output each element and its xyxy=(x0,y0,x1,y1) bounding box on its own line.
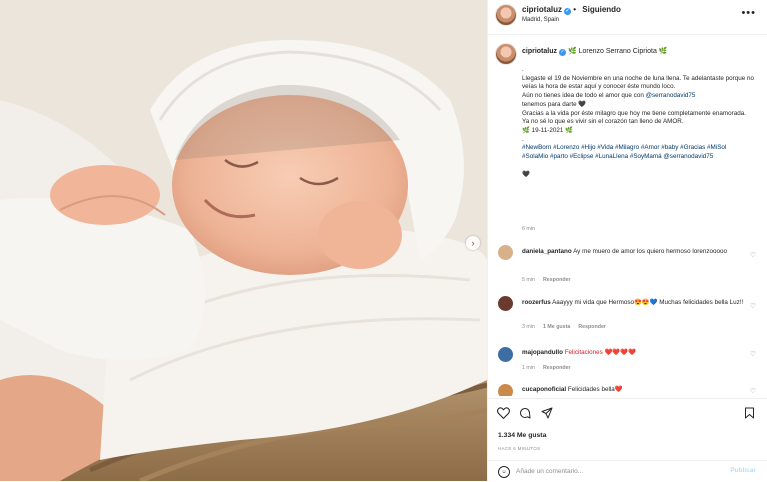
caption-line: Gracias a la vida por éste milagro que h… xyxy=(522,109,747,126)
caption-avatar[interactable] xyxy=(495,43,517,65)
commenter-avatar[interactable] xyxy=(498,347,513,362)
caption-time: 6 min xyxy=(522,226,535,232)
comment-time: 3 min xyxy=(522,324,535,330)
bookmark-icon[interactable] xyxy=(744,407,755,419)
caption-line: 🌿 19-11-2021 🌿 xyxy=(522,126,573,134)
comment-like-heart-icon[interactable]: ♡ xyxy=(750,251,756,259)
post-side-panel: cipriotaluz ✓ • Siguiendo Madrid, Spain •… xyxy=(487,0,767,481)
comment-meta: 1 min Responder xyxy=(522,365,579,371)
comment-meta: 3 min 1 Me gusta Responder xyxy=(522,324,614,330)
share-icon[interactable] xyxy=(541,407,553,419)
author-avatar[interactable] xyxy=(495,4,517,26)
next-photo-button[interactable]: › xyxy=(466,236,480,250)
mention-link[interactable]: @serranodavid75 xyxy=(646,92,696,99)
instagram-post-modal: › cipriotaluz ✓ • Siguiendo Madrid, Spain… xyxy=(0,0,767,481)
caption-line: . xyxy=(522,135,524,143)
reply-button[interactable]: Responder xyxy=(543,277,571,283)
commenter-avatar[interactable] xyxy=(498,245,513,260)
author-username[interactable]: cipriotaluz xyxy=(522,5,562,14)
post-location[interactable]: Madrid, Spain xyxy=(522,17,559,23)
commenter-username[interactable]: majopandullo xyxy=(522,349,563,356)
reply-button[interactable]: Responder xyxy=(543,365,571,371)
author-name-row: cipriotaluz ✓ • Siguiendo xyxy=(522,5,621,15)
commenter-username[interactable]: cucaponoficial xyxy=(522,386,566,393)
commenter-username[interactable]: daniela_pantano xyxy=(522,248,572,255)
post-photo[interactable]: › xyxy=(0,0,487,481)
heart-icon[interactable] xyxy=(497,407,510,419)
comment-meta: 5 min Responder xyxy=(522,277,579,283)
publish-button[interactable]: Publicar xyxy=(730,467,756,474)
caption-line: . xyxy=(522,66,524,73)
post-header: cipriotaluz ✓ • Siguiendo Madrid, Spain •… xyxy=(488,0,767,35)
hashtags[interactable]: #NewBorn #Lorenzo #Hijo #Vida #Milagro #… xyxy=(522,144,754,161)
comment-text: roozerfus Aaayyy mi vida que Hermoso😍😍💙 … xyxy=(522,299,744,306)
comment-like-heart-icon[interactable]: ♡ xyxy=(750,387,756,395)
caption-text: . Llegaste el 19 de Noviembre en una noc… xyxy=(522,66,754,179)
add-comment-bar: ☺ Publicar xyxy=(488,460,767,482)
emoji-icon[interactable]: ☺ xyxy=(498,466,510,478)
comment-time: 1 min xyxy=(522,365,535,371)
reply-button[interactable]: Responder xyxy=(578,324,606,330)
caption-username[interactable]: cipriotaluz xyxy=(522,48,557,55)
commenter-avatar[interactable] xyxy=(498,384,513,396)
post-time-ago: HACE 6 MINUTOS xyxy=(498,446,541,451)
commenter-avatar[interactable] xyxy=(498,296,513,311)
caption-end-mark: 🖤 xyxy=(522,170,530,178)
comments-scroll-area[interactable]: cipriotaluz ✓ 🌿 Lorenzo Serrano Cipriota … xyxy=(488,38,767,396)
comment-input[interactable] xyxy=(516,465,706,477)
newborn-baby-photo xyxy=(0,0,487,481)
post-actions-bar xyxy=(488,398,767,429)
commenter-username[interactable]: roozerfus xyxy=(522,299,551,306)
comment-text: cucaponoficial Felicidades bella❤️ xyxy=(522,386,623,393)
verified-badge-icon: ✓ xyxy=(559,49,567,56)
caption-line: Llegaste el 19 de Noviembre en una noche… xyxy=(522,74,754,91)
caption-line: Aún no tienes idea de todo el amor que c… xyxy=(522,92,696,100)
comment-text: daniela_pantano Ay me muero de amor los … xyxy=(522,248,727,255)
comment-likes[interactable]: 1 Me gusta xyxy=(543,324,570,330)
caption-header: cipriotaluz ✓ 🌿 Lorenzo Serrano Cipriota … xyxy=(522,47,668,56)
comment-time: 5 min xyxy=(522,277,535,283)
comment-icon[interactable] xyxy=(519,407,531,419)
more-options-icon[interactable]: ••• xyxy=(741,7,756,19)
comment-like-heart-icon[interactable]: ♡ xyxy=(750,350,756,358)
verified-badge-icon: ✓ xyxy=(564,8,572,15)
following-button[interactable]: Siguiendo xyxy=(582,5,621,14)
caption-title: 🌿 Lorenzo Serrano Cipriota 🌿 xyxy=(567,48,668,55)
comment-like-heart-icon[interactable]: ♡ xyxy=(750,302,756,310)
bullet-separator: • xyxy=(573,5,579,14)
caption-line: tenemos para darte 🖤 xyxy=(522,100,587,108)
comment-text: majopandullo Felicitaciones ❤️❤️❤️❤️ xyxy=(522,349,636,356)
likes-count[interactable]: 1.334 Me gusta xyxy=(498,432,546,439)
